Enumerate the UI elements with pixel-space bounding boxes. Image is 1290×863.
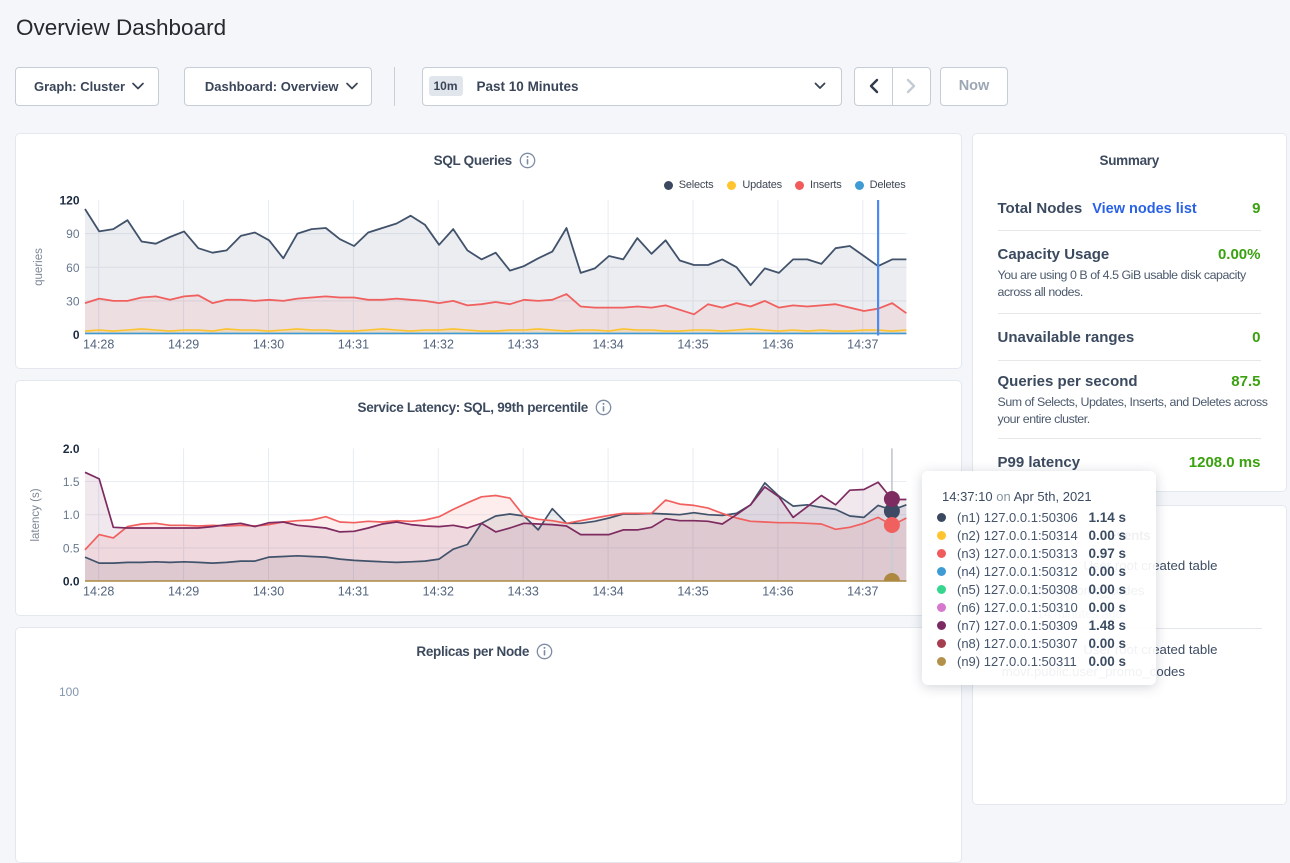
svg-text:14:30: 14:30: [253, 585, 284, 599]
svg-text:14:37: 14:37: [847, 585, 878, 599]
svg-text:14:31: 14:31: [338, 585, 369, 599]
svg-text:14:36: 14:36: [762, 338, 793, 352]
svg-text:14:35: 14:35: [677, 585, 708, 599]
svg-text:14:33: 14:33: [508, 585, 539, 599]
svg-text:queries: queries: [33, 248, 45, 286]
svg-text:14:28: 14:28: [83, 338, 114, 352]
svg-text:14:32: 14:32: [423, 338, 454, 352]
svg-text:120: 120: [59, 194, 79, 208]
svg-text:14:32: 14:32: [423, 585, 454, 599]
svg-text:14:34: 14:34: [592, 338, 623, 352]
svg-text:1.5: 1.5: [63, 475, 80, 489]
svg-text:14:29: 14:29: [168, 585, 199, 599]
svg-text:14:29: 14:29: [168, 338, 199, 352]
svg-text:1.0: 1.0: [63, 508, 80, 522]
svg-text:14:33: 14:33: [508, 338, 539, 352]
svg-text:30: 30: [66, 294, 80, 308]
svg-text:14:35: 14:35: [677, 338, 708, 352]
svg-text:0: 0: [73, 328, 80, 342]
svg-text:90: 90: [66, 227, 80, 241]
svg-text:60: 60: [66, 261, 80, 275]
svg-text:2.0: 2.0: [63, 442, 80, 456]
svg-text:14:30: 14:30: [253, 338, 284, 352]
svg-text:14:36: 14:36: [762, 585, 793, 599]
svg-text:latency (s): latency (s): [30, 488, 42, 541]
svg-text:0.0: 0.0: [63, 575, 80, 589]
svg-text:0.5: 0.5: [63, 541, 80, 555]
svg-text:14:37: 14:37: [847, 338, 878, 352]
svg-text:14:31: 14:31: [338, 338, 369, 352]
svg-text:14:34: 14:34: [592, 585, 623, 599]
svg-text:14:28: 14:28: [83, 585, 114, 599]
